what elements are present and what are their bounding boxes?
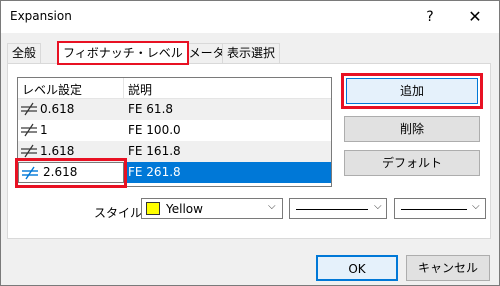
help-button[interactable]: ?	[418, 6, 442, 28]
level-value: 0.618	[40, 102, 75, 116]
level-description: FE 100.0	[128, 123, 181, 137]
delete-button[interactable]: 削除	[344, 116, 480, 142]
level-style-icon	[21, 102, 37, 116]
line-width-dropdown[interactable]: ⌵	[394, 198, 486, 219]
color-name: Yellow	[166, 202, 203, 216]
level-value: 2.618	[43, 165, 78, 179]
list-header: レベル設定 説明	[18, 78, 331, 99]
color-dropdown[interactable]: Yellow ⌵	[141, 198, 283, 219]
list-item[interactable]: 0.618 FE 61.8	[18, 99, 331, 120]
chevron-down-icon: ⌵	[268, 201, 276, 212]
column-header-description[interactable]: 説明	[128, 81, 152, 98]
column-divider[interactable]	[123, 78, 124, 99]
level-value: 1.618	[40, 144, 75, 158]
color-swatch	[146, 202, 160, 215]
level-style-icon	[21, 144, 37, 158]
levels-list[interactable]: レベル設定 説明 0.618 FE 61.8 1 FE 100.0 1.618 …	[17, 77, 332, 187]
window-title: Expansion	[10, 9, 72, 23]
line-width-sample	[401, 209, 467, 210]
title-bar: Expansion ? ✕	[1, 1, 499, 33]
level-style-icon	[21, 123, 37, 137]
level-style-icon	[22, 166, 38, 180]
line-style-dropdown[interactable]: ⌵	[289, 198, 387, 219]
level-description: FE 261.8	[128, 165, 181, 179]
tab-general[interactable]: 全般	[7, 43, 42, 63]
chevron-down-icon: ⌵	[472, 201, 480, 212]
chevron-down-icon: ⌵	[374, 201, 382, 212]
level-value-input[interactable]: 2.618	[18, 162, 124, 183]
cancel-button[interactable]: キャンセル	[406, 255, 490, 281]
column-header-level[interactable]: レベル設定	[22, 81, 82, 98]
list-item[interactable]: 1.618 FE 161.8	[18, 141, 331, 162]
tab-fibonacci-levels[interactable]: フィボナッチ・レベル	[57, 41, 189, 65]
tab-display[interactable]: 表示選択	[222, 43, 281, 63]
level-value: 1	[40, 123, 48, 137]
line-style-sample	[296, 209, 368, 210]
ok-button[interactable]: OK	[316, 255, 398, 281]
level-description: FE 61.8	[128, 102, 174, 116]
list-item[interactable]: 1 FE 100.0	[18, 120, 331, 141]
add-button[interactable]: 追加	[346, 78, 478, 104]
expansion-dialog: Expansion ? ✕ 全般 フィボナッチ・レベル パラメーター 表示選択 …	[0, 0, 500, 286]
level-description: FE 161.8	[128, 144, 181, 158]
close-button[interactable]: ✕	[463, 6, 487, 28]
list-item-selected[interactable]: 2.618 FE 261.8	[18, 162, 331, 183]
default-button[interactable]: デフォルト	[344, 150, 480, 176]
style-label: スタイル	[94, 206, 143, 220]
